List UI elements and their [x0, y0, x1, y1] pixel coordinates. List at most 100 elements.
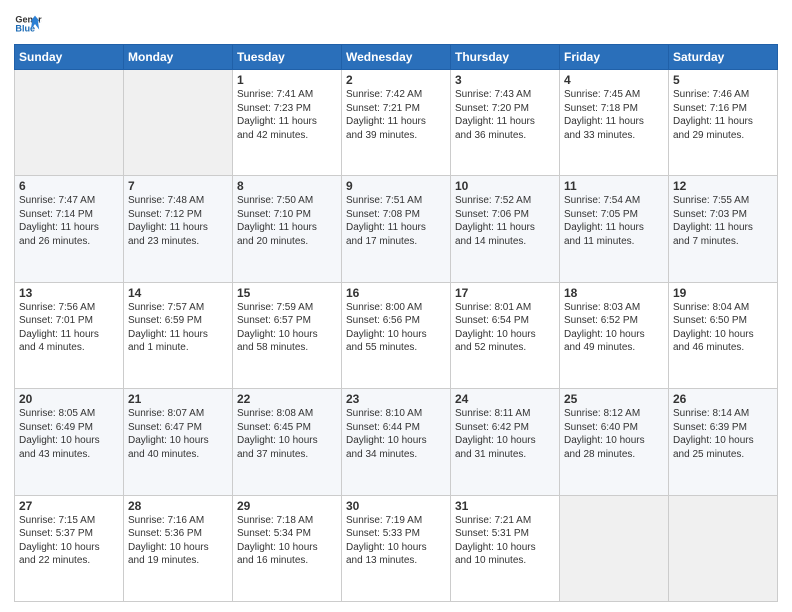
day-info: Sunrise: 8:04 AM Sunset: 6:50 PM Dayligh… — [673, 301, 773, 355]
day-info: Sunrise: 8:11 AM Sunset: 6:42 PM Dayligh… — [455, 407, 555, 461]
day-info: Sunrise: 7:45 AM Sunset: 7:18 PM Dayligh… — [564, 88, 664, 142]
calendar-cell: 22Sunrise: 8:08 AM Sunset: 6:45 PM Dayli… — [233, 389, 342, 495]
day-info: Sunrise: 7:50 AM Sunset: 7:10 PM Dayligh… — [237, 194, 337, 248]
calendar-cell: 26Sunrise: 8:14 AM Sunset: 6:39 PM Dayli… — [669, 389, 778, 495]
day-number: 6 — [19, 179, 119, 193]
calendar-cell: 10Sunrise: 7:52 AM Sunset: 7:06 PM Dayli… — [451, 176, 560, 282]
day-info: Sunrise: 8:00 AM Sunset: 6:56 PM Dayligh… — [346, 301, 446, 355]
calendar-cell: 19Sunrise: 8:04 AM Sunset: 6:50 PM Dayli… — [669, 282, 778, 388]
calendar-cell — [124, 70, 233, 176]
day-number: 25 — [564, 392, 664, 406]
calendar-cell: 27Sunrise: 7:15 AM Sunset: 5:37 PM Dayli… — [15, 495, 124, 601]
day-number: 21 — [128, 392, 228, 406]
calendar-cell: 28Sunrise: 7:16 AM Sunset: 5:36 PM Dayli… — [124, 495, 233, 601]
weekday-header-friday: Friday — [560, 45, 669, 70]
day-number: 17 — [455, 286, 555, 300]
day-number: 2 — [346, 73, 446, 87]
calendar-cell — [669, 495, 778, 601]
day-info: Sunrise: 7:43 AM Sunset: 7:20 PM Dayligh… — [455, 88, 555, 142]
day-number: 12 — [673, 179, 773, 193]
day-number: 14 — [128, 286, 228, 300]
day-number: 30 — [346, 499, 446, 513]
calendar-cell: 17Sunrise: 8:01 AM Sunset: 6:54 PM Dayli… — [451, 282, 560, 388]
day-number: 26 — [673, 392, 773, 406]
day-info: Sunrise: 7:56 AM Sunset: 7:01 PM Dayligh… — [19, 301, 119, 355]
calendar-cell: 15Sunrise: 7:59 AM Sunset: 6:57 PM Dayli… — [233, 282, 342, 388]
day-info: Sunrise: 7:57 AM Sunset: 6:59 PM Dayligh… — [128, 301, 228, 355]
day-info: Sunrise: 7:46 AM Sunset: 7:16 PM Dayligh… — [673, 88, 773, 142]
page: General Blue SundayMondayTuesdayWednesda… — [0, 0, 792, 612]
calendar-cell: 9Sunrise: 7:51 AM Sunset: 7:08 PM Daylig… — [342, 176, 451, 282]
day-number: 20 — [19, 392, 119, 406]
calendar-cell — [15, 70, 124, 176]
day-info: Sunrise: 7:54 AM Sunset: 7:05 PM Dayligh… — [564, 194, 664, 248]
calendar-cell: 31Sunrise: 7:21 AM Sunset: 5:31 PM Dayli… — [451, 495, 560, 601]
calendar-cell: 21Sunrise: 8:07 AM Sunset: 6:47 PM Dayli… — [124, 389, 233, 495]
day-info: Sunrise: 7:55 AM Sunset: 7:03 PM Dayligh… — [673, 194, 773, 248]
calendar-cell: 24Sunrise: 8:11 AM Sunset: 6:42 PM Dayli… — [451, 389, 560, 495]
day-number: 9 — [346, 179, 446, 193]
day-number: 22 — [237, 392, 337, 406]
day-info: Sunrise: 7:21 AM Sunset: 5:31 PM Dayligh… — [455, 514, 555, 568]
day-info: Sunrise: 8:12 AM Sunset: 6:40 PM Dayligh… — [564, 407, 664, 461]
day-info: Sunrise: 8:14 AM Sunset: 6:39 PM Dayligh… — [673, 407, 773, 461]
day-info: Sunrise: 7:52 AM Sunset: 7:06 PM Dayligh… — [455, 194, 555, 248]
day-number: 13 — [19, 286, 119, 300]
day-number: 18 — [564, 286, 664, 300]
day-info: Sunrise: 8:01 AM Sunset: 6:54 PM Dayligh… — [455, 301, 555, 355]
day-number: 11 — [564, 179, 664, 193]
calendar-cell: 7Sunrise: 7:48 AM Sunset: 7:12 PM Daylig… — [124, 176, 233, 282]
day-number: 27 — [19, 499, 119, 513]
logo-icon: General Blue — [14, 10, 42, 38]
calendar-cell: 4Sunrise: 7:45 AM Sunset: 7:18 PM Daylig… — [560, 70, 669, 176]
calendar-cell: 16Sunrise: 8:00 AM Sunset: 6:56 PM Dayli… — [342, 282, 451, 388]
day-info: Sunrise: 7:18 AM Sunset: 5:34 PM Dayligh… — [237, 514, 337, 568]
calendar-cell: 14Sunrise: 7:57 AM Sunset: 6:59 PM Dayli… — [124, 282, 233, 388]
calendar-cell: 12Sunrise: 7:55 AM Sunset: 7:03 PM Dayli… — [669, 176, 778, 282]
day-info: Sunrise: 7:19 AM Sunset: 5:33 PM Dayligh… — [346, 514, 446, 568]
day-info: Sunrise: 8:08 AM Sunset: 6:45 PM Dayligh… — [237, 407, 337, 461]
weekday-header-monday: Monday — [124, 45, 233, 70]
day-number: 23 — [346, 392, 446, 406]
day-info: Sunrise: 8:03 AM Sunset: 6:52 PM Dayligh… — [564, 301, 664, 355]
calendar-cell: 30Sunrise: 7:19 AM Sunset: 5:33 PM Dayli… — [342, 495, 451, 601]
day-info: Sunrise: 7:51 AM Sunset: 7:08 PM Dayligh… — [346, 194, 446, 248]
day-number: 7 — [128, 179, 228, 193]
calendar-cell: 3Sunrise: 7:43 AM Sunset: 7:20 PM Daylig… — [451, 70, 560, 176]
day-number: 10 — [455, 179, 555, 193]
calendar-cell: 2Sunrise: 7:42 AM Sunset: 7:21 PM Daylig… — [342, 70, 451, 176]
calendar-cell: 25Sunrise: 8:12 AM Sunset: 6:40 PM Dayli… — [560, 389, 669, 495]
day-number: 15 — [237, 286, 337, 300]
day-number: 5 — [673, 73, 773, 87]
weekday-header-saturday: Saturday — [669, 45, 778, 70]
day-number: 1 — [237, 73, 337, 87]
day-number: 31 — [455, 499, 555, 513]
logo: General Blue — [14, 10, 42, 38]
calendar-cell: 18Sunrise: 8:03 AM Sunset: 6:52 PM Dayli… — [560, 282, 669, 388]
weekday-header-wednesday: Wednesday — [342, 45, 451, 70]
day-info: Sunrise: 7:59 AM Sunset: 6:57 PM Dayligh… — [237, 301, 337, 355]
day-info: Sunrise: 7:42 AM Sunset: 7:21 PM Dayligh… — [346, 88, 446, 142]
day-number: 28 — [128, 499, 228, 513]
day-number: 29 — [237, 499, 337, 513]
calendar-cell: 13Sunrise: 7:56 AM Sunset: 7:01 PM Dayli… — [15, 282, 124, 388]
day-number: 19 — [673, 286, 773, 300]
day-info: Sunrise: 8:07 AM Sunset: 6:47 PM Dayligh… — [128, 407, 228, 461]
day-info: Sunrise: 7:15 AM Sunset: 5:37 PM Dayligh… — [19, 514, 119, 568]
day-info: Sunrise: 7:47 AM Sunset: 7:14 PM Dayligh… — [19, 194, 119, 248]
calendar-cell: 1Sunrise: 7:41 AM Sunset: 7:23 PM Daylig… — [233, 70, 342, 176]
day-info: Sunrise: 8:05 AM Sunset: 6:49 PM Dayligh… — [19, 407, 119, 461]
calendar-cell: 8Sunrise: 7:50 AM Sunset: 7:10 PM Daylig… — [233, 176, 342, 282]
weekday-header-tuesday: Tuesday — [233, 45, 342, 70]
day-info: Sunrise: 7:16 AM Sunset: 5:36 PM Dayligh… — [128, 514, 228, 568]
day-number: 24 — [455, 392, 555, 406]
day-info: Sunrise: 7:41 AM Sunset: 7:23 PM Dayligh… — [237, 88, 337, 142]
calendar-cell: 29Sunrise: 7:18 AM Sunset: 5:34 PM Dayli… — [233, 495, 342, 601]
day-info: Sunrise: 8:10 AM Sunset: 6:44 PM Dayligh… — [346, 407, 446, 461]
calendar-cell — [560, 495, 669, 601]
calendar-cell: 11Sunrise: 7:54 AM Sunset: 7:05 PM Dayli… — [560, 176, 669, 282]
day-number: 16 — [346, 286, 446, 300]
header: General Blue — [14, 10, 778, 38]
day-number: 3 — [455, 73, 555, 87]
day-number: 4 — [564, 73, 664, 87]
